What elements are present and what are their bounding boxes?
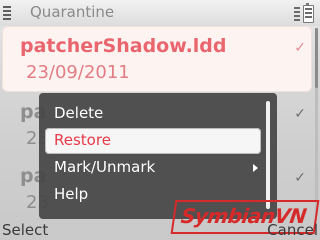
signal-icon — [294, 7, 300, 21]
check-icon: ✓ — [294, 40, 306, 56]
menu-item-label: Help — [54, 185, 89, 203]
screen: Quarantine patcherShadow.ldd 23/09/2011 … — [0, 0, 320, 240]
menu-item-restore[interactable]: Restore — [45, 128, 261, 154]
menu-item-label: Delete — [54, 104, 104, 122]
file-date: 23/09/2011 — [26, 62, 130, 83]
check-icon: ✓ — [294, 170, 306, 186]
menu-item-label: Mark/Unmark — [54, 158, 156, 176]
list-scrollbar[interactable] — [315, 28, 318, 216]
cancel-softkey[interactable]: Cancel — [267, 221, 318, 239]
softkey-bar: Select Cancel — [0, 219, 320, 240]
popup-scrollbar-thumb[interactable] — [266, 101, 270, 209]
select-softkey[interactable]: Select — [2, 221, 48, 239]
check-icon: ✓ — [294, 106, 306, 122]
menu-item-mark-unmark[interactable]: Mark/Unmark — [45, 155, 261, 181]
signal-strength-icon — [3, 6, 13, 22]
menu-item-label: Restore — [54, 131, 111, 149]
page-title: Quarantine — [30, 3, 115, 21]
title-bar: Quarantine — [0, 0, 320, 26]
popup-scrollbar[interactable] — [266, 101, 270, 209]
file-name: patcherShadow.ldd — [20, 35, 227, 57]
list-item[interactable]: patcherShadow.ldd 23/09/2011 ✓ — [2, 26, 312, 92]
scrollbar-thumb[interactable] — [315, 28, 318, 88]
menu-item-delete[interactable]: Delete — [45, 101, 261, 127]
chevron-right-icon — [253, 164, 258, 172]
battery-icon — [303, 3, 314, 23]
